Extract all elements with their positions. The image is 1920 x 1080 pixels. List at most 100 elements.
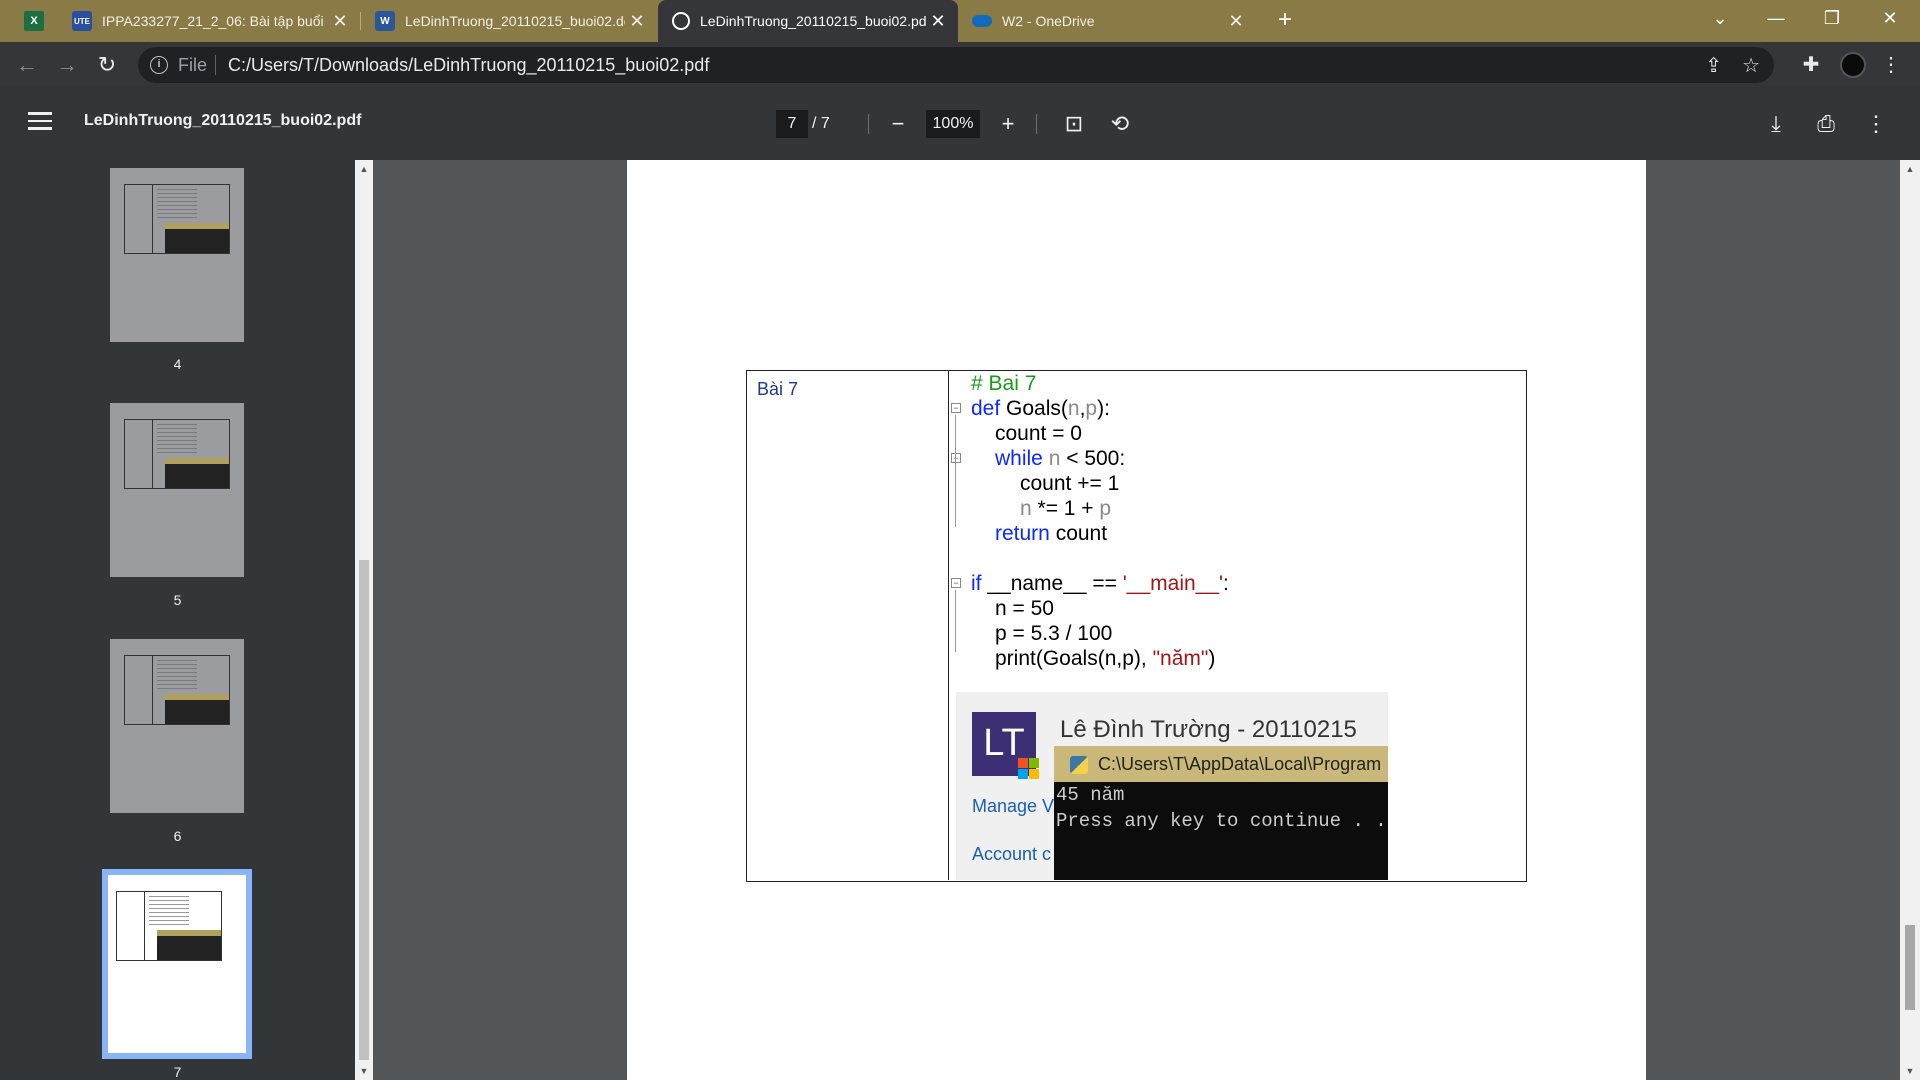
new-tab-button[interactable]: + [1270, 6, 1300, 36]
fit-page-icon[interactable]: ⊡ [1060, 110, 1088, 138]
onedrive-icon [972, 15, 992, 27]
account-link: Account c [972, 844, 1052, 864]
rotate-icon[interactable]: ⟲ [1106, 110, 1134, 138]
code-line: print(Goals(n,p), "năm") [995, 647, 1216, 670]
pdf-toolbar: LeDinhTruong_20110215_buoi02.pdf 7 / 7 −… [0, 88, 1920, 160]
indent-guide [955, 415, 956, 527]
code-line: p = 5.3 / 100 [995, 622, 1113, 645]
page-thumbnail-4[interactable] [110, 168, 244, 342]
extensions-icon[interactable]: ✚ [1796, 50, 1826, 80]
sidebar-menu-icon[interactable] [28, 112, 52, 132]
console-title: C:\Users\T\AppData\Local\Program [1098, 754, 1382, 774]
page-number-input[interactable]: 7 [776, 110, 808, 138]
close-icon[interactable]: ✕ [328, 11, 352, 32]
code-line: count += 1 [1020, 472, 1120, 495]
tab-title: IPPA233277_21_2_06: Bài tập buổi [102, 13, 324, 29]
exercise-label-cell: Bài 7 [747, 371, 949, 880]
scroll-down-arrow-icon[interactable]: ▼ [355, 1066, 373, 1076]
console-titlebar: C:\Users\T\AppData\Local\Program [1054, 746, 1388, 782]
scrollbar-thumb[interactable] [359, 560, 369, 1060]
scrollbar-thumb[interactable] [1905, 925, 1915, 1010]
usth-icon: UTE [72, 11, 92, 31]
address-bar[interactable]: i File C:/Users/T/Downloads/LeDinhTruong… [138, 47, 1774, 83]
bookmark-star-icon[interactable]: ☆ [1742, 53, 1760, 78]
download-icon[interactable]: ⤓ [1762, 110, 1790, 138]
account-name: Lê Đình Trường - 20110215 [1060, 716, 1357, 743]
code-line: n *= 1 + p [1020, 497, 1112, 520]
manage-link: Manage V [972, 796, 1055, 816]
thumbnail-sidebar: 4 5 6 7 [0, 160, 355, 1080]
code-line: n = 50 [995, 597, 1054, 620]
zoom-level-input[interactable]: 100% [926, 110, 980, 138]
kebab-menu-icon[interactable]: ⋮ [1876, 50, 1906, 80]
restore-button[interactable]: ❐ [1804, 0, 1860, 38]
scroll-up-arrow-icon[interactable]: ▲ [355, 164, 373, 174]
globe-icon [672, 12, 690, 30]
page-total: / 7 [812, 115, 830, 132]
page-thumbnail-5[interactable] [110, 403, 244, 577]
code-line: # Bai 7 [971, 372, 1037, 395]
profile-avatar[interactable] [1840, 52, 1866, 78]
protocol-label: File [178, 54, 208, 75]
reload-button[interactable]: ↻ [92, 50, 122, 80]
zoom-out-button[interactable]: − [884, 110, 912, 138]
divider [1036, 114, 1037, 134]
fold-marker-icon: − [951, 403, 961, 413]
python-icon [1070, 756, 1088, 774]
word-icon: W [375, 11, 395, 31]
close-icon[interactable]: ✕ [1224, 11, 1248, 32]
browser-toolbar: ← → ↻ i File C:/Users/T/Downloads/LeDinh… [0, 42, 1920, 88]
code-line: while n < 500: [995, 447, 1126, 470]
close-icon[interactable]: ✕ [926, 11, 950, 32]
close-icon[interactable]: ✕ [625, 11, 649, 32]
thumbnail-label: 4 [173, 356, 182, 372]
exercise-label: Bài 7 [757, 379, 799, 399]
code-line: count = 0 [995, 422, 1082, 445]
microsoft-logo-icon [1018, 758, 1040, 780]
code-line: def Goals(n,p): [971, 397, 1110, 420]
close-window-button[interactable]: ✕ [1862, 0, 1918, 38]
tab-pdf-active[interactable]: LeDinhTruong_20110215_buoi02.pdf ✕ [658, 0, 958, 42]
scroll-up-arrow-icon[interactable]: ▲ [1900, 164, 1920, 174]
thumbnail-label: 7 [173, 1064, 182, 1080]
code-line: if __name__ == '__main__': [971, 572, 1229, 595]
console-window: C:\Users\T\AppData\Local\Program 45 năm … [1054, 746, 1388, 880]
pdf-filename: LeDinhTruong_20110215_buoi02.pdf [84, 112, 362, 129]
thumbnail-label: 6 [173, 828, 182, 844]
main-scrollbar[interactable]: ▲ ▼ [1900, 160, 1920, 1080]
back-button[interactable]: ← [12, 50, 42, 80]
share-icon[interactable]: ⇪ [1705, 53, 1722, 78]
code-line: return count [995, 522, 1108, 545]
page-thumbnail-7[interactable] [102, 869, 252, 1059]
tab-title: LeDinhTruong_20110215_buoi02.docx [405, 13, 625, 29]
indent-guide [955, 590, 956, 652]
fold-marker-icon: − [951, 578, 961, 588]
tab-usth[interactable]: UTE IPPA233277_21_2_06: Bài tập buổi ✕ [58, 0, 360, 42]
divider [868, 114, 869, 134]
sidebar-scrollbar[interactable]: ▲ ▼ [355, 160, 373, 1080]
console-output-line: 45 năm [1056, 784, 1125, 806]
minimize-button[interactable]: — [1748, 0, 1804, 38]
fold-marker-icon: − [951, 453, 961, 463]
info-icon[interactable]: i [150, 56, 168, 74]
tab-strip: X UTE IPPA233277_21_2_06: Bài tập buổi ✕… [0, 0, 1920, 42]
tab-onedrive[interactable]: W2 - OneDrive ✕ [958, 0, 1256, 42]
code-block: − − − # Bai 7 def Goals(n,p): count = 0 … [951, 371, 1229, 671]
excel-app-icon[interactable]: X [24, 11, 44, 31]
divider [215, 55, 217, 75]
tab-title: W2 - OneDrive [1002, 13, 1095, 29]
url-text[interactable]: C:/Users/T/Downloads/LeDinhTruong_201102… [228, 55, 709, 76]
zoom-in-button[interactable]: + [994, 110, 1022, 138]
page-thumbnail-6[interactable] [110, 639, 244, 813]
embedded-screenshot: LT Lê Đình Trường - 20110215 Manage V Ac… [956, 692, 1388, 880]
print-icon[interactable]: ⎙ [1812, 110, 1840, 138]
scroll-down-arrow-icon[interactable]: ▼ [1900, 1066, 1920, 1076]
more-options-icon[interactable]: ⋮ [1862, 110, 1890, 138]
tab-search-chevron-icon[interactable]: ⌄ [1692, 0, 1748, 38]
forward-button[interactable]: → [52, 50, 82, 80]
tab-word-doc[interactable]: W LeDinhTruong_20110215_buoi02.docx ✕ [361, 0, 657, 42]
tab-title: LeDinhTruong_20110215_buoi02.pdf [700, 13, 926, 29]
thumbnail-label: 5 [173, 592, 182, 608]
console-output-line: Press any key to continue . . . [1056, 810, 1388, 832]
